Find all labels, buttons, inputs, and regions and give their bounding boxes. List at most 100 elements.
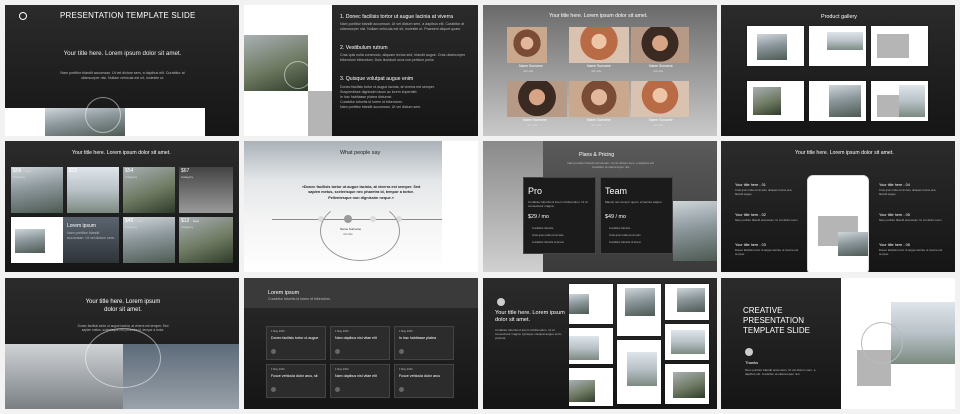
plan-card-pro[interactable]: Pro Curabitur lobortis id lorem id biben… bbox=[523, 177, 596, 254]
news-title: In hac habitasse platea bbox=[399, 336, 436, 340]
slide-6-title: What people say bbox=[340, 150, 381, 156]
gallery-frame bbox=[665, 284, 709, 320]
gallery-frame bbox=[747, 81, 804, 121]
person-photo bbox=[631, 27, 689, 63]
plan-card-team[interactable]: Team Mauris non tempor quam, et lacinia … bbox=[600, 177, 673, 254]
slide-10[interactable]: Lorem ipsum Curabitur lobortis id lorem … bbox=[244, 278, 478, 409]
gallery-frame bbox=[665, 324, 709, 360]
news-title: Nam dapibus nisl vitae elit bbox=[335, 336, 377, 340]
slide-5[interactable]: Your title here. Lorem ipsum dolor sit a… bbox=[5, 141, 239, 272]
category: Category bbox=[69, 175, 82, 179]
news-card[interactable]: 1 May 2020 In hac habitasse platea bbox=[394, 326, 454, 360]
slide-1-circle bbox=[85, 97, 121, 133]
arrow-icon[interactable] bbox=[335, 349, 340, 354]
person-role: Job title bbox=[591, 69, 602, 73]
person-role: Job title bbox=[653, 123, 664, 127]
category: Category bbox=[181, 225, 194, 229]
gallery-frame bbox=[809, 26, 866, 66]
slide-7-photo bbox=[673, 201, 717, 261]
gallery-frame bbox=[871, 26, 928, 66]
gallery-frame bbox=[569, 368, 613, 406]
slide-2-block bbox=[308, 91, 332, 136]
news-card[interactable]: 1 May 2020 Fusce vehicula dolor arcu, si… bbox=[266, 364, 326, 398]
slide-1[interactable]: PRESENTATION TEMPLATE SLIDE Your title h… bbox=[5, 5, 239, 136]
item-title: Your title here - 02 bbox=[735, 213, 766, 217]
news-date: 1 May 2020 bbox=[335, 368, 349, 371]
arrow-icon[interactable] bbox=[271, 387, 276, 392]
plan-name: Team bbox=[605, 186, 628, 196]
news-title: Fusce vehicula dolor arcu, sit bbox=[271, 374, 318, 378]
slide-8[interactable]: Your title here. Lorem ipsum dolor sit a… bbox=[721, 141, 955, 272]
slide-9[interactable]: Your title here. Lorem ipsum dolor sit a… bbox=[5, 278, 239, 409]
slide-2[interactable]: 1. Donec facilisis tortor ut augue lacin… bbox=[244, 5, 478, 136]
news-date: 1 May 2020 bbox=[399, 330, 413, 333]
person-role: Job title bbox=[591, 123, 602, 127]
news-date: 1 May 2020 bbox=[271, 330, 285, 333]
person-photo bbox=[569, 27, 629, 63]
plan-feature: Cras quis nulla commodo bbox=[609, 233, 641, 237]
bullet: Nam porttitor blandit accumsan. Ut vel d… bbox=[340, 105, 422, 109]
slide-9-heading: Your title here. Lorem ipsum dolor sit a… bbox=[85, 299, 161, 313]
item-text: Nam porttitor blandit accumsan. Ut vel d… bbox=[735, 218, 799, 222]
slide-3[interactable]: Your title here. Lorem ipsum dolor sit a… bbox=[483, 5, 717, 136]
slide-6[interactable]: What people say «Donec facilisis tortor … bbox=[244, 141, 478, 272]
slide-9-circle bbox=[85, 328, 161, 388]
person-name: Name Surname bbox=[519, 64, 543, 68]
price: $45 bbox=[125, 218, 134, 224]
item-title: Your title here - 05 bbox=[879, 213, 910, 217]
news-date: 1 May 2020 bbox=[335, 330, 349, 333]
news-card[interactable]: 1 May 2020 Fusce vehicula dolor arcu bbox=[394, 364, 454, 398]
plan-price: $49 / mo bbox=[605, 214, 626, 220]
price: $67 bbox=[181, 168, 190, 174]
news-card[interactable]: 1 May 2020 Nam dapibus nisl vitae elit bbox=[330, 326, 390, 360]
slide-6-right-panel bbox=[442, 141, 478, 272]
item-text: Donec facilisis tortor ut augue lacinia,… bbox=[879, 248, 943, 256]
slide-11-body: Curabitur lobortis id lorem id bibendum.… bbox=[495, 328, 563, 340]
testimonial-quote: «Donec facilisis tortor ut augue lacinia… bbox=[301, 185, 421, 200]
category: Category bbox=[125, 175, 138, 179]
arrow-icon[interactable] bbox=[271, 349, 276, 354]
old-price: $56 bbox=[137, 219, 143, 223]
person-photo bbox=[507, 81, 567, 117]
price: $54 bbox=[125, 168, 134, 174]
arrow-icon[interactable] bbox=[335, 387, 340, 392]
plan-feature: Curabitur lobortis bbox=[532, 226, 554, 230]
arrow-icon[interactable] bbox=[399, 387, 404, 392]
logo-icon bbox=[497, 298, 505, 306]
slide-11[interactable]: Your title here. Lorem ipsum dolor sit a… bbox=[483, 278, 717, 409]
slide-4[interactable]: Product gallery bbox=[721, 5, 955, 136]
slide-10-subtitle: Curabitur lobortis id lorem id bibendum. bbox=[268, 297, 331, 301]
plan-desc: Mauris non tempor quam, et lacinia sapie… bbox=[605, 200, 663, 204]
plans-subtitle: Nam porttitor blandit accumsan. Ut vel d… bbox=[567, 161, 655, 169]
slide-2-heading-3: 3. Quisque volutpat augue enim bbox=[340, 76, 414, 82]
person-photo bbox=[507, 27, 547, 63]
gallery-frame bbox=[871, 81, 928, 121]
slide-7[interactable]: Plans & Pricing Nam porttitor blandit ac… bbox=[483, 141, 717, 272]
gallery-frame bbox=[569, 284, 613, 324]
logo-icon bbox=[745, 348, 753, 356]
news-date: 1 May 2020 bbox=[271, 368, 285, 371]
plan-feature: Curabitur lobortis bbox=[609, 226, 631, 230]
person-role: Job title bbox=[523, 69, 534, 73]
slide-grid: PRESENTATION TEMPLATE SLIDE Your title h… bbox=[0, 0, 960, 414]
arrow-icon[interactable] bbox=[399, 349, 404, 354]
gallery-frame bbox=[809, 81, 866, 121]
item-text: Donec facilisis tortor ut augue lacinia,… bbox=[735, 248, 799, 256]
slide-2-heading-2: 2. Vestibulum rutrum bbox=[340, 45, 388, 51]
feature-title: Lorem ipsum bbox=[67, 223, 96, 229]
feature-text: Nam porttitor blandit accumsan. Ut vel d… bbox=[67, 231, 115, 240]
person-name: Name Surname bbox=[587, 118, 611, 122]
slide-12[interactable]: CREATIVE PRESENTATION TEMPLATE SLIDE Tha… bbox=[721, 278, 955, 409]
news-card[interactable]: 1 May 2020 Nam dapibus nisl vitae elit bbox=[330, 364, 390, 398]
plans-title: Plans & Pricing bbox=[579, 152, 615, 158]
slide-12-circle bbox=[861, 322, 903, 364]
news-card[interactable]: 1 May 2020 Donec facilisis tortor ut aug… bbox=[266, 326, 326, 360]
slide-12-label: Thanks bbox=[745, 360, 759, 365]
old-price: $33 bbox=[193, 219, 199, 223]
plan-name: Pro bbox=[528, 186, 543, 196]
slide-3-title: Your title here. Lorem ipsum dolor sit a… bbox=[549, 13, 648, 19]
item-title: Your title here - 03 bbox=[735, 243, 766, 247]
phone-screen-photo bbox=[838, 232, 868, 256]
plan-desc: Curabitur lobortis id lorem id bibendum.… bbox=[528, 200, 588, 208]
category: Category bbox=[181, 175, 194, 179]
